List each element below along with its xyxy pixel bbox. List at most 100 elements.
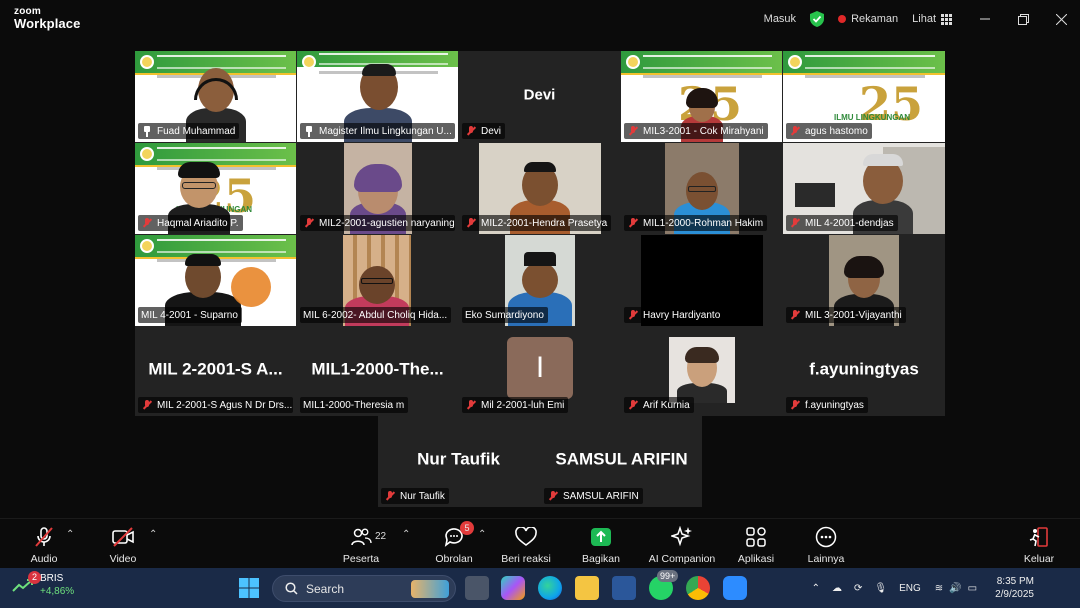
participant-tile[interactable]: f.ayuningtyas f.ayuningtyas bbox=[783, 327, 945, 416]
mic-muted-icon bbox=[547, 490, 559, 502]
language-indicator[interactable]: ENG bbox=[899, 583, 921, 594]
participant-tile[interactable]: Havry Hardiyanto bbox=[621, 235, 782, 326]
participant-tile[interactable]: Devi Devi bbox=[459, 51, 620, 142]
chrome-icon[interactable] bbox=[686, 576, 710, 600]
task-view-icon[interactable] bbox=[465, 576, 489, 600]
microphone-tray-icon[interactable]: 🎙 bbox=[874, 583, 887, 594]
mic-muted-icon bbox=[789, 217, 801, 229]
grid-icon bbox=[941, 13, 952, 25]
ai-companion-button[interactable]: AI Companion bbox=[644, 525, 720, 565]
chat-options-caret[interactable]: ⌃ bbox=[478, 529, 486, 540]
logo-line2: Workplace bbox=[14, 16, 81, 31]
mic-muted-icon bbox=[465, 125, 477, 137]
participant-tile[interactable]: 25 MIL3-2001 - Cok Mirahyani bbox=[621, 51, 782, 142]
pin-icon bbox=[303, 125, 315, 137]
participant-tile[interactable]: MIL 2-2001-S A... MIL 2-2001-S Agus N Dr… bbox=[135, 327, 296, 416]
word-icon[interactable] bbox=[612, 576, 636, 600]
system-tray: ⌃ ☁ ⟳ 🎙 ENG ≋ 🔊 ▭ 8:35 PM 2/9/2025 bbox=[812, 568, 1080, 608]
video-gallery: Fuad Muhammad Magister Ilmu Lingkungan U… bbox=[135, 51, 945, 416]
apps-button[interactable]: Aplikasi bbox=[718, 525, 794, 565]
participant-tile[interactable]: MIL1-2000-The... MIL1-2000-Theresia m bbox=[297, 327, 458, 416]
windows-taskbar: 2 BRIS +4,86% Search 99+ ⌃ ☁ ⟳ 🎙 ENG ≋ 🔊… bbox=[0, 568, 1080, 608]
sparkle-icon bbox=[644, 525, 720, 549]
participant-name-tag: MIL 4-2001 - Suparno bbox=[138, 307, 242, 323]
more-label: Lainnya bbox=[807, 553, 845, 565]
participant-tile[interactable]: 25 ILMU LINGKUNGAN agus hastomo bbox=[783, 51, 945, 142]
reactions-button[interactable]: Beri reaksi bbox=[488, 525, 564, 565]
tray-overflow-chevron-icon[interactable]: ⌃ bbox=[812, 583, 820, 594]
more-dots-icon bbox=[788, 525, 864, 549]
more-button[interactable]: Lainnya bbox=[788, 525, 864, 565]
share-screen-icon bbox=[563, 525, 639, 549]
chat-unread-badge: 5 bbox=[460, 521, 474, 535]
battery-icon[interactable]: ▭ bbox=[968, 583, 977, 594]
wifi-icon[interactable]: ≋ bbox=[935, 583, 943, 594]
participant-tile[interactable]: MIL1-2000-Rohman Hakim bbox=[621, 143, 782, 234]
mic-muted-icon bbox=[627, 217, 639, 229]
widget-badge: 2 bbox=[28, 571, 41, 584]
close-button[interactable] bbox=[1042, 0, 1080, 38]
recording-indicator[interactable]: Rekaman bbox=[838, 13, 898, 25]
participant-tile[interactable]: MIL2-2001-agustien naryaning... bbox=[297, 143, 458, 234]
participant-name-tag: Arif Kurnia bbox=[624, 397, 694, 413]
file-explorer-icon[interactable] bbox=[575, 576, 599, 600]
search-icon bbox=[285, 582, 298, 595]
taskbar-search[interactable]: Search bbox=[272, 575, 456, 602]
whatsapp-icon[interactable]: 99+ bbox=[649, 570, 679, 600]
participants-button[interactable]: 22 Peserta bbox=[323, 525, 399, 565]
participant-name-tag: agus hastomo bbox=[786, 123, 872, 139]
participant-name-tag: MIL1-2000-Theresia m bbox=[300, 397, 409, 413]
participants-options-caret[interactable]: ⌃ bbox=[402, 529, 410, 540]
share-label: Bagikan bbox=[582, 553, 620, 565]
participant-tile[interactable]: MIL2-2001-Hendra Prasetya bbox=[459, 143, 620, 234]
copilot-icon[interactable] bbox=[501, 576, 525, 600]
leave-icon bbox=[1001, 525, 1077, 549]
volume-icon[interactable]: 🔊 bbox=[949, 583, 961, 594]
view-label: Lihat bbox=[912, 13, 936, 25]
participant-tile[interactable]: MIL 4-2001 - Suparno bbox=[135, 235, 296, 326]
mic-muted-icon bbox=[465, 217, 477, 229]
security-shield-icon[interactable] bbox=[810, 11, 825, 27]
participant-tile[interactable]: MIL 6-2002- Abdul Choliq Hida... bbox=[297, 235, 458, 326]
video-options-caret[interactable]: ⌃ bbox=[149, 529, 157, 540]
view-button[interactable]: Lihat bbox=[912, 13, 952, 25]
whatsapp-badge: 99+ bbox=[657, 570, 679, 582]
minimize-button[interactable] bbox=[966, 0, 1004, 38]
participant-tile[interactable]: MIL 4-2001-dendjas bbox=[783, 143, 945, 234]
zoom-logo: zoom Workplace bbox=[14, 7, 81, 31]
clock[interactable]: 8:35 PM 2/9/2025 bbox=[995, 575, 1034, 601]
participants-label: Peserta bbox=[342, 553, 380, 565]
audio-options-caret[interactable]: ⌃ bbox=[66, 529, 74, 540]
share-screen-button[interactable]: Bagikan bbox=[563, 525, 639, 565]
windows-start-icon[interactable] bbox=[237, 576, 261, 600]
sync-icon[interactable]: ⟳ bbox=[854, 583, 862, 594]
participant-tile[interactable]: 25ILMU LINGKUNGAN Haqmal Ariadito P. bbox=[135, 143, 296, 234]
participant-name-tag: MIL 4-2001-dendjas bbox=[786, 215, 898, 231]
edge-browser-icon[interactable] bbox=[538, 576, 562, 600]
zoom-app-icon[interactable] bbox=[723, 576, 747, 600]
mic-muted-icon bbox=[141, 217, 153, 229]
leave-button[interactable]: Keluar bbox=[1001, 525, 1077, 565]
participant-tile[interactable]: SAMSUL ARIFIN SAMSUL ARIFIN bbox=[541, 416, 702, 507]
participant-tile[interactable]: MIL 3-2001-Vijayanthi bbox=[783, 235, 945, 326]
participant-tile[interactable]: Arif Kurnia bbox=[621, 327, 782, 416]
mic-muted-icon bbox=[627, 309, 639, 321]
participant-tile[interactable]: I Mil 2-2001-luh Emi bbox=[459, 327, 620, 416]
leave-label: Keluar bbox=[1023, 553, 1055, 565]
participant-tile[interactable]: Fuad Muhammad bbox=[135, 51, 296, 142]
participant-tile[interactable]: Nur Taufik Nur Taufik bbox=[378, 416, 539, 507]
ticker-symbol: BRIS bbox=[40, 573, 64, 584]
participant-name-tag: MIL3-2001 - Cok Mirahyani bbox=[624, 123, 768, 139]
onedrive-icon[interactable]: ☁ bbox=[832, 583, 842, 594]
stock-widget[interactable]: 2 BRIS +4,86% bbox=[12, 571, 74, 598]
clock-date: 2/9/2025 bbox=[995, 589, 1034, 600]
mic-muted-icon bbox=[627, 399, 639, 411]
restore-button[interactable] bbox=[1004, 0, 1042, 38]
sign-in-button[interactable]: Masuk bbox=[764, 13, 796, 25]
participant-tile[interactable]: Eko Sumardiyono bbox=[459, 235, 620, 326]
participant-tile-active-speaker[interactable]: Magister Ilmu Lingkungan U... bbox=[297, 51, 458, 142]
apps-label: Aplikasi bbox=[737, 553, 775, 565]
ai-companion-label: AI Companion bbox=[648, 553, 716, 565]
heart-icon bbox=[488, 525, 564, 549]
video-gallery-overflow-row: Nur Taufik Nur Taufik SAMSUL ARIFIN SAMS… bbox=[378, 416, 702, 507]
